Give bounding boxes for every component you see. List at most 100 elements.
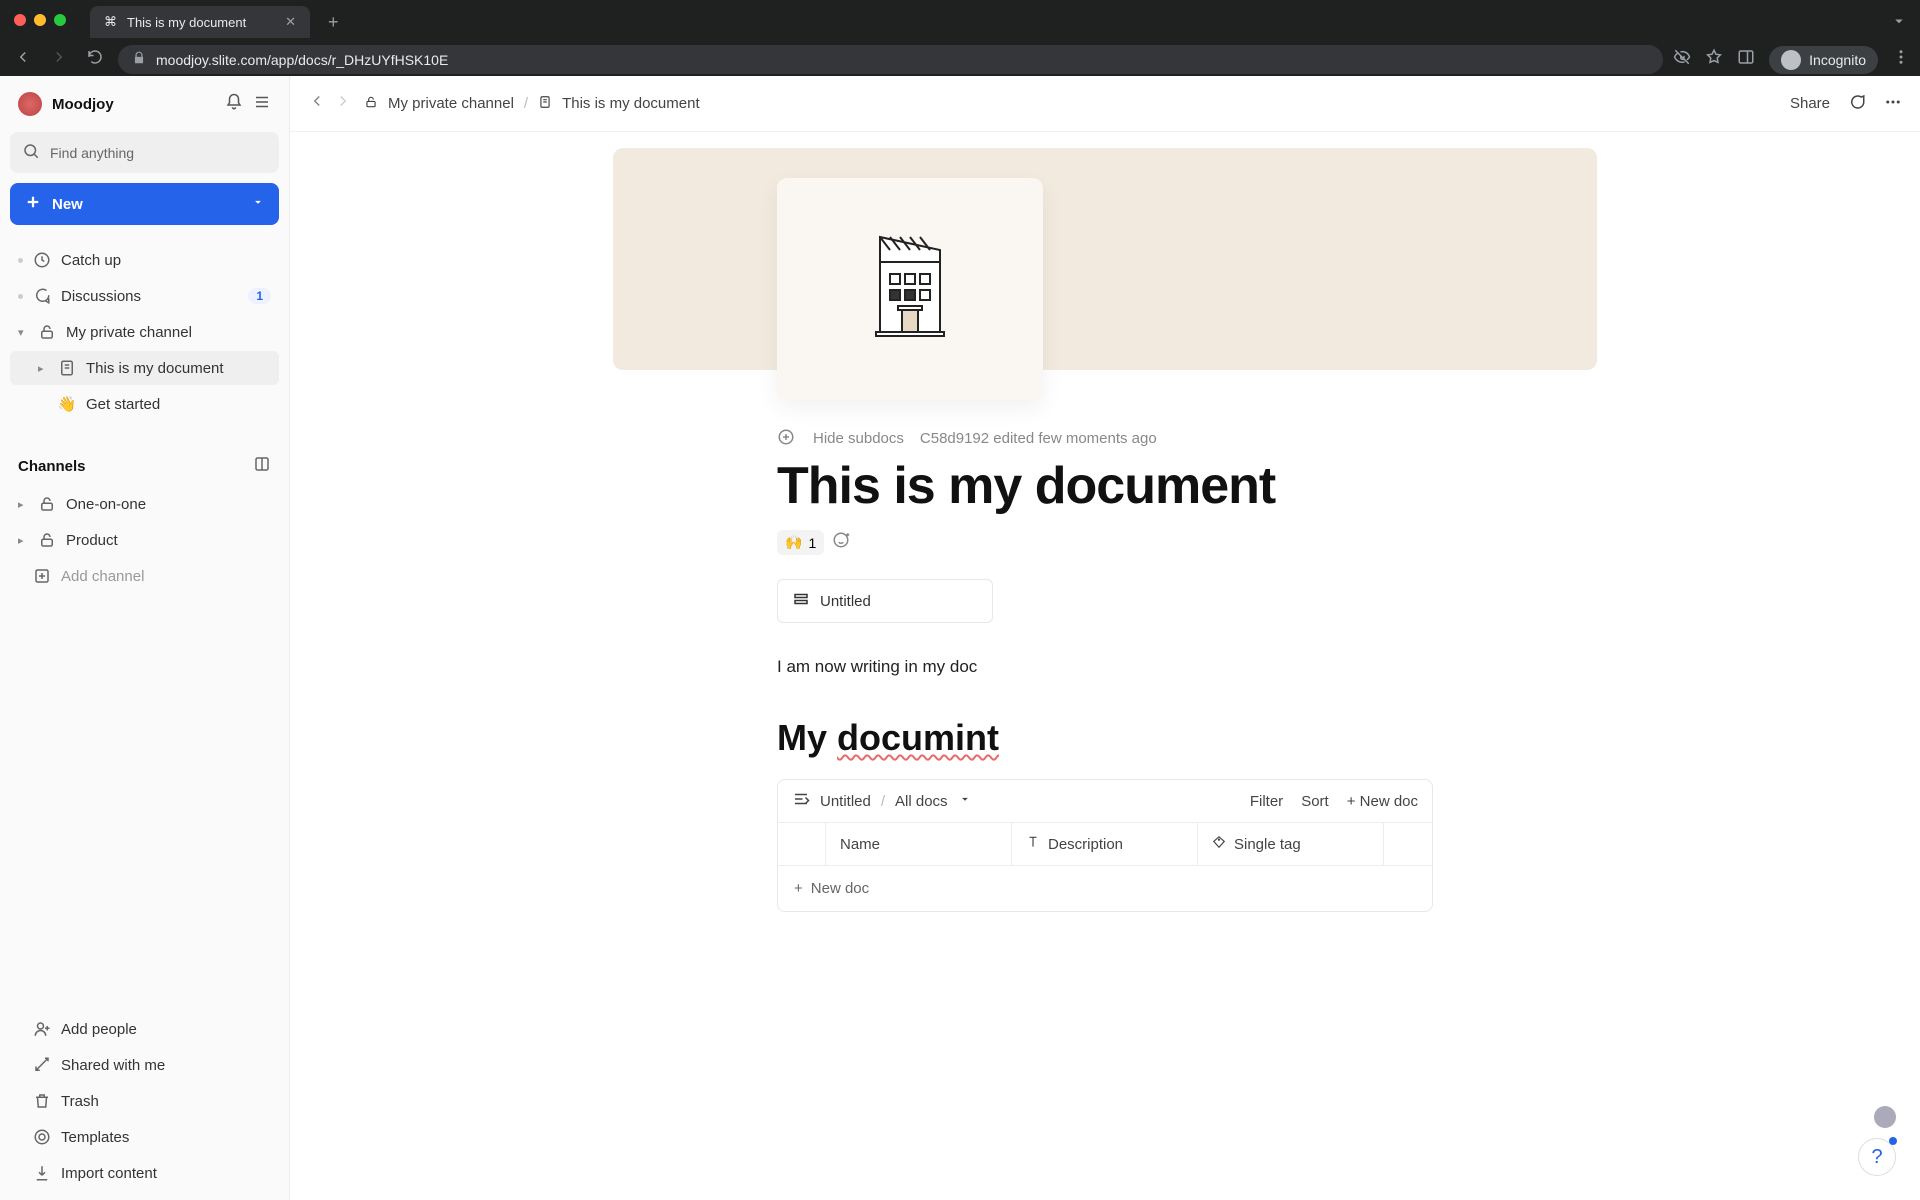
collapse-sidebar-icon[interactable] bbox=[253, 93, 271, 116]
doc-title[interactable]: This is my document bbox=[777, 456, 1597, 516]
chevron-right-icon[interactable]: ▸ bbox=[38, 362, 48, 375]
add-section-icon[interactable] bbox=[253, 455, 271, 477]
hide-subdocs-button[interactable]: Hide subdocs bbox=[813, 430, 904, 447]
incognito-badge[interactable]: Incognito bbox=[1769, 46, 1878, 74]
doc-scroll[interactable]: Hide subdocs C58d9192 edited few moments… bbox=[290, 132, 1920, 1200]
tabs-overflow-icon[interactable] bbox=[1890, 12, 1908, 35]
reload-button[interactable] bbox=[82, 44, 108, 75]
subdoc-icon bbox=[792, 590, 810, 612]
sidebar-doc-this-is-my-document[interactable]: ▸ This is my document bbox=[10, 351, 279, 385]
add-reaction-icon[interactable] bbox=[832, 531, 850, 554]
help-fab[interactable]: ? bbox=[1858, 1138, 1896, 1176]
table-separator: / bbox=[881, 793, 885, 810]
sidebar-item-label: Add channel bbox=[61, 568, 144, 585]
doc-back-button[interactable] bbox=[308, 92, 326, 115]
window-minimize-button[interactable] bbox=[34, 14, 46, 26]
table-header-description[interactable]: Description bbox=[1012, 823, 1198, 865]
url-bar[interactable]: moodjoy.slite.com/app/docs/r_DHzUYfHSK10… bbox=[118, 45, 1663, 74]
table-header-row: Name Description Single ta bbox=[778, 822, 1432, 865]
doc-icon-card[interactable] bbox=[777, 178, 1043, 400]
sidebar-add-channel[interactable]: Add channel bbox=[10, 559, 279, 593]
breadcrumb-separator: / bbox=[524, 95, 528, 112]
sidebar-trash[interactable]: Trash bbox=[10, 1084, 279, 1118]
lock-icon bbox=[38, 323, 56, 341]
sidebar-item-discussions[interactable]: Discussions 1 bbox=[10, 279, 279, 313]
lock-icon bbox=[38, 531, 56, 549]
sidepanel-icon[interactable] bbox=[1737, 48, 1755, 71]
window-close-button[interactable] bbox=[14, 14, 26, 26]
search-input[interactable]: Find anything bbox=[10, 132, 279, 173]
breadcrumb-channel[interactable]: My private channel bbox=[388, 95, 514, 112]
chevron-down-icon[interactable]: ▾ bbox=[18, 326, 28, 339]
table-sort-button[interactable]: Sort bbox=[1301, 793, 1329, 810]
sidebar-add-people[interactable]: Add people bbox=[10, 1012, 279, 1046]
wave-emoji-icon: 👋 bbox=[58, 395, 76, 413]
sidebar-item-label: My private channel bbox=[66, 324, 192, 341]
sidebar-item-catch-up[interactable]: Catch up bbox=[10, 243, 279, 277]
share-button[interactable]: Share bbox=[1790, 95, 1830, 112]
sidebar-channel-product[interactable]: ▸ Product bbox=[10, 523, 279, 557]
add-channel-icon bbox=[33, 567, 51, 585]
doc-nav bbox=[308, 92, 352, 115]
table-source[interactable]: Untitled bbox=[820, 793, 871, 810]
sidebar-import-content[interactable]: Import content bbox=[10, 1156, 279, 1190]
breadcrumb: My private channel / This is my document bbox=[364, 95, 700, 113]
plus-icon: + bbox=[794, 880, 803, 897]
comment-icon[interactable] bbox=[1848, 93, 1866, 115]
more-icon[interactable] bbox=[1884, 93, 1902, 115]
doc-forward-button[interactable] bbox=[334, 92, 352, 115]
chevron-right-icon[interactable]: ▸ bbox=[18, 498, 28, 511]
table-header-add-col[interactable] bbox=[1384, 823, 1432, 865]
subdocs-toggle-icon[interactable] bbox=[777, 428, 797, 448]
breadcrumb-doc[interactable]: This is my document bbox=[562, 95, 700, 112]
sidebar-channel-one-on-one[interactable]: ▸ One-on-one bbox=[10, 487, 279, 521]
presence-avatar[interactable] bbox=[1874, 1106, 1896, 1128]
reaction-pill[interactable]: 🙌 1 bbox=[777, 530, 824, 555]
edited-by-text: C58d9192 edited few moments ago bbox=[920, 430, 1157, 447]
sidebar-templates[interactable]: Templates bbox=[10, 1120, 279, 1154]
reaction-count: 1 bbox=[808, 535, 816, 551]
workspace-switcher[interactable]: Moodjoy bbox=[10, 86, 279, 122]
table-scope[interactable]: All docs bbox=[895, 793, 948, 810]
docs-table: Untitled / All docs Filter Sort + New do… bbox=[777, 779, 1433, 912]
trash-icon bbox=[33, 1092, 51, 1110]
url-text: moodjoy.slite.com/app/docs/r_DHzUYfHSK10… bbox=[156, 52, 448, 68]
back-button[interactable] bbox=[10, 44, 36, 75]
sidebar-item-private-channel[interactable]: ▾ My private channel bbox=[10, 315, 279, 349]
doc-heading-2[interactable]: My documint bbox=[777, 717, 1597, 759]
new-button[interactable]: New bbox=[10, 183, 279, 225]
browser-tab[interactable]: ⌘ This is my document ✕ bbox=[90, 6, 310, 38]
workspace-avatar bbox=[18, 92, 42, 116]
forward-button[interactable] bbox=[46, 44, 72, 75]
channels-header-label: Channels bbox=[18, 458, 86, 475]
chevron-down-icon[interactable] bbox=[251, 195, 265, 213]
text-icon bbox=[1026, 835, 1040, 853]
table-header-name[interactable]: Name bbox=[826, 823, 1012, 865]
close-tab-icon[interactable]: ✕ bbox=[285, 14, 296, 30]
window-maximize-button[interactable] bbox=[54, 14, 66, 26]
table-new-row[interactable]: + New doc bbox=[778, 865, 1432, 911]
sidebar: Moodjoy Find anything New bbox=[0, 76, 290, 1200]
reactions-row: 🙌 1 bbox=[777, 530, 1597, 555]
sidebar-item-label: Templates bbox=[61, 1129, 129, 1146]
new-button-label: New bbox=[52, 196, 83, 213]
notifications-icon[interactable] bbox=[225, 93, 243, 116]
new-tab-button[interactable]: + bbox=[320, 8, 347, 37]
sidebar-bottom: Add people Shared with me Trash bbox=[10, 1012, 279, 1190]
add-people-icon bbox=[33, 1020, 51, 1038]
table-new-doc-button[interactable]: + New doc bbox=[1347, 793, 1418, 810]
doc-body-paragraph[interactable]: I am now writing in my doc bbox=[777, 657, 1597, 677]
sidebar-doc-get-started[interactable]: 👋 Get started bbox=[10, 387, 279, 421]
sidebar-item-label: Import content bbox=[61, 1165, 157, 1182]
browser-menu-icon[interactable] bbox=[1892, 48, 1910, 71]
chevron-right-icon[interactable]: ▸ bbox=[18, 534, 28, 547]
table-header-single-tag[interactable]: Single tag bbox=[1198, 823, 1384, 865]
chevron-down-icon[interactable] bbox=[958, 792, 972, 810]
table-header-icon-col bbox=[778, 823, 826, 865]
subdoc-link[interactable]: Untitled bbox=[777, 579, 993, 623]
tracking-eye-icon[interactable] bbox=[1673, 48, 1691, 71]
bookmark-star-icon[interactable] bbox=[1705, 48, 1723, 71]
table-filter-button[interactable]: Filter bbox=[1250, 793, 1283, 810]
cover-image[interactable] bbox=[613, 148, 1597, 370]
sidebar-shared-with-me[interactable]: Shared with me bbox=[10, 1048, 279, 1082]
